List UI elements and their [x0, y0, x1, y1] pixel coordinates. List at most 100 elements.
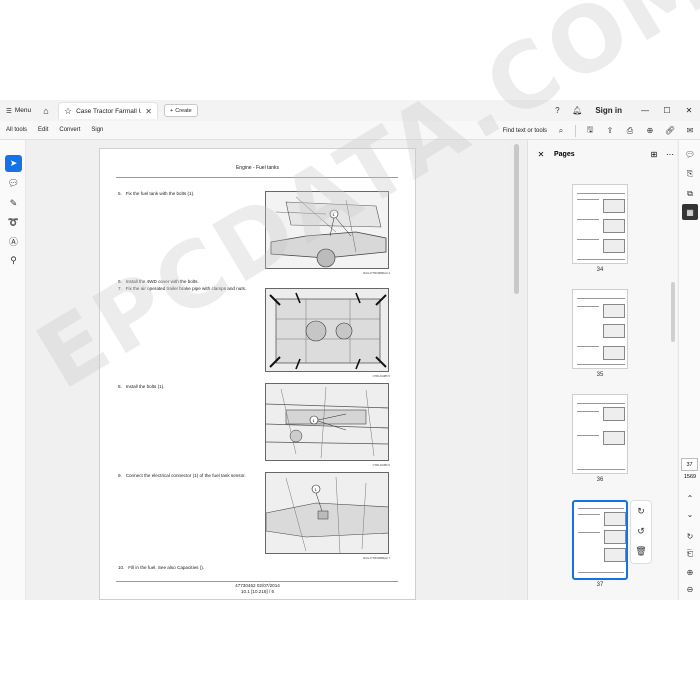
- figure-connector: 1: [265, 472, 389, 554]
- pen-draw-icon[interactable]: ✎: [5, 195, 22, 212]
- total-pages: 1569: [683, 474, 697, 480]
- chevron-up-icon[interactable]: ⌃: [682, 490, 698, 506]
- maximize-icon[interactable]: ☐: [656, 106, 678, 115]
- chevron-down-icon[interactable]: ⌄: [682, 506, 698, 522]
- attachments-icon[interactable]: ⧉: [682, 186, 698, 202]
- create-button[interactable]: + Create: [164, 104, 198, 117]
- lasso-icon[interactable]: ➰: [5, 214, 22, 231]
- add-comment-icon[interactable]: 💬︎: [5, 175, 22, 192]
- document-tab[interactable]: ☆ Case Tractor Farmall U... ✕: [58, 102, 158, 119]
- figure-caption: RAIL17TR00886AA 4: [363, 271, 390, 275]
- text-box-icon[interactable]: Ⓐ: [5, 233, 22, 250]
- step-text: Install the bolts (1).: [125, 384, 165, 389]
- comments-icon[interactable]: 💬︎: [682, 146, 698, 162]
- menu-convert[interactable]: Convert: [59, 127, 80, 133]
- sign-in-button[interactable]: Sign in: [595, 106, 622, 115]
- current-page-input[interactable]: 37: [681, 458, 698, 471]
- star-icon[interactable]: ☆: [64, 106, 72, 117]
- tab-title: Case Tractor Farmall U...: [76, 107, 142, 115]
- page-thumbnail-selected[interactable]: [572, 500, 628, 580]
- figure-caption: CTRL01386 6: [372, 463, 390, 467]
- header-rule: [116, 177, 398, 178]
- pages-panel-title: Pages: [554, 150, 575, 158]
- link-icon[interactable]: 🔗︎: [660, 126, 680, 135]
- thumbnail-page-number: 37: [596, 582, 604, 588]
- zoom-in-icon[interactable]: ⊕: [682, 564, 698, 580]
- create-label: Create: [175, 107, 192, 114]
- figure-fuel-tank: 1: [265, 191, 389, 269]
- hamburger-icon: ☰: [6, 107, 12, 115]
- menu-label: Menu: [14, 107, 32, 114]
- step-text: Fix the air operated trailer brake pipe …: [125, 286, 247, 291]
- zoom-out-icon[interactable]: ⊖: [682, 581, 698, 597]
- step-number: 8.: [118, 384, 122, 389]
- share-user-icon[interactable]: ⊕: [640, 126, 660, 135]
- divider: [575, 124, 576, 137]
- save-icon[interactable]: 🖫︎: [580, 124, 600, 138]
- select-cursor-icon[interactable]: ➤: [5, 155, 22, 172]
- step-number: 6.: [118, 279, 122, 284]
- close-panel-icon[interactable]: ✕: [532, 150, 550, 159]
- find-text-label[interactable]: Find text or tools: [503, 128, 547, 134]
- page-thumbnail[interactable]: [572, 184, 628, 264]
- refresh-icon[interactable]: ↻: [682, 528, 698, 544]
- fuel-tank-drawing: 1: [266, 192, 388, 268]
- more-options-icon[interactable]: ⋯: [662, 150, 678, 159]
- document-scrollbar[interactable]: [510, 140, 524, 600]
- step-item: 10. Fill in the fuel. See also Capacitie…: [118, 565, 318, 571]
- right-rail: 💬︎ ⎘ ⧉ ▦ 37 1569 ⌃ ⌄ ↻ ⎗ ⊕ ⊖: [678, 140, 700, 600]
- connector-drawing: 1: [266, 473, 388, 553]
- bookmarks-icon[interactable]: ⎘: [682, 166, 698, 182]
- left-toolbar: ➤ 💬︎ ✎ ➰ Ⓐ ⚲: [0, 140, 26, 600]
- acrobat-window: ☰ Menu ⌂ ☆ Case Tractor Farmall U... ✕ +…: [0, 100, 700, 600]
- rotate-clockwise-icon[interactable]: ↻: [631, 501, 651, 521]
- step-item: 9. Connect the electrical connector (1) …: [118, 473, 258, 479]
- delete-page-icon[interactable]: 🗑︎: [631, 541, 651, 561]
- thumbnail-page-number: 35: [596, 372, 604, 378]
- insert-page-icon[interactable]: ⊞: [646, 150, 662, 159]
- 4wd-cover-drawing: [266, 289, 388, 371]
- help-icon[interactable]: ?: [547, 106, 567, 115]
- close-tab-icon[interactable]: ✕: [145, 107, 152, 116]
- pages-panel-header: ✕ Pages ⊞ ⋯: [528, 140, 678, 168]
- step-number: 7.: [118, 286, 122, 291]
- step-text: Fix the fuel tank with the bolts (1).: [125, 191, 195, 196]
- step-text: Fill in the fuel. See also Capacities ()…: [128, 565, 205, 570]
- step-number: 5.: [118, 191, 122, 196]
- close-window-icon[interactable]: ✕: [678, 106, 700, 115]
- step-item: 5. Fix the fuel tank with the bolts (1).: [118, 191, 258, 197]
- pages-panel-scrollbar[interactable]: [671, 282, 675, 342]
- email-icon[interactable]: ✉: [680, 126, 700, 135]
- step-item: 6. Install the 4WD cover with the bolts.: [118, 279, 258, 285]
- figure-4wd-cover: [265, 288, 389, 372]
- document-viewport[interactable]: Engine - Fuel tanks 5. Fix the fuel tank…: [27, 140, 526, 600]
- upload-icon[interactable]: ⇪: [600, 126, 620, 135]
- figure-caption: CTRL01385 5: [372, 374, 390, 378]
- bolts-drawing: 1: [266, 384, 388, 460]
- figure-bolts: 1: [265, 383, 389, 461]
- print-icon[interactable]: ⎙: [620, 126, 640, 136]
- thumbnail-actions: ↻ ↺ 🗑︎: [630, 500, 652, 564]
- rotate-counterclockwise-icon[interactable]: ↺: [631, 521, 651, 541]
- menu-button[interactable]: ☰ Menu: [0, 107, 38, 115]
- step-number: 9.: [118, 473, 122, 478]
- step-item: 7. Fix the air operated trailer brake pi…: [118, 286, 258, 292]
- menu-edit[interactable]: Edit: [38, 127, 48, 133]
- menu-all-tools[interactable]: All tools: [6, 127, 27, 133]
- search-icon[interactable]: ⌕: [551, 126, 571, 136]
- stamp-icon[interactable]: ⚲: [5, 252, 22, 269]
- page-thumbnail[interactable]: [572, 394, 628, 474]
- pages-icon[interactable]: ▦: [682, 204, 698, 220]
- home-icon[interactable]: ⌂: [38, 106, 54, 116]
- scrollbar-thumb[interactable]: [514, 144, 519, 294]
- page-header: Engine - Fuel tanks: [235, 165, 280, 171]
- read-aloud-icon[interactable]: ⎗: [682, 546, 698, 562]
- step-text: Install the 4WD cover with the bolts.: [125, 279, 199, 284]
- title-bar: ☰ Menu ⌂ ☆ Case Tractor Farmall U... ✕ +…: [0, 100, 700, 121]
- minimize-icon[interactable]: —: [634, 106, 656, 115]
- thumbnail-page-number: 34: [596, 267, 604, 273]
- page-thumbnail[interactable]: [572, 289, 628, 369]
- step-text: Connect the electrical connector (1) of …: [125, 473, 246, 478]
- menu-sign[interactable]: Sign: [91, 127, 103, 133]
- bell-icon[interactable]: 🔔︎: [567, 106, 587, 115]
